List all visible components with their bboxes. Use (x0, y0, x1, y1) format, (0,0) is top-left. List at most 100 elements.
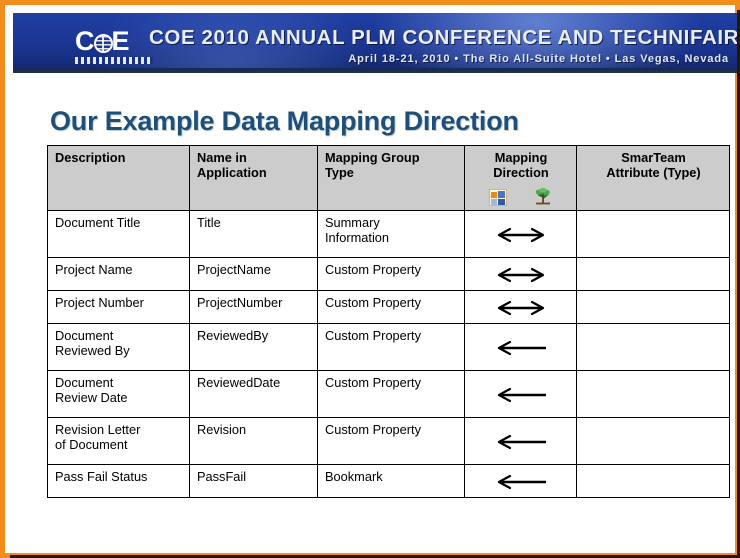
cell-smarteam-attribute (576, 417, 730, 465)
cell-name-in-application: ReviewedDate (189, 370, 318, 418)
smarteam-tree-icon (534, 187, 552, 206)
table-row: Document Review Date ReviewedDate Custom Pr… (47, 370, 730, 418)
cell-mapping-direction (464, 257, 577, 291)
cell-name-in-application: PassFail (189, 464, 318, 498)
cell-smarteam-attribute (576, 210, 730, 258)
cell-description-line2: Review Date (55, 390, 128, 405)
cell-mapping-group-type-line1: Summary (325, 215, 380, 230)
coe-logo-underline (75, 57, 153, 64)
cell-description: Revision Letter of Document (47, 417, 190, 465)
cell-mapping-group-type: Summary Information (317, 210, 465, 258)
cell-name-in-application-line1: ReviewedBy (197, 328, 269, 343)
coe-logo-letter-c: C (75, 26, 95, 56)
column-header-smarteam-attribute: SmarTeam Attribute (Type) (576, 145, 730, 211)
cell-mapping-direction (464, 210, 577, 258)
cell-mapping-group-type-line1: Custom Property (325, 295, 422, 310)
column-header-name-in-application: Name in Application (189, 145, 318, 211)
page-title: Our Example Data Mapping Direction (50, 106, 519, 136)
table-row: Revision Letter of Document Revision Custom… (47, 417, 730, 465)
office-document-icon (488, 189, 507, 206)
column-header-name-line2: Application (197, 165, 267, 180)
cell-mapping-group-type-line1: Custom Property (325, 262, 422, 277)
table-row: Project Number ProjectNumber Custom Proper… (47, 290, 730, 324)
cell-mapping-direction (464, 323, 577, 371)
column-header-group-line2: Type (325, 165, 354, 180)
banner-title: COE 2010 ANNUAL PLM CONFERENCE AND TECHN… (149, 26, 740, 49)
bidirectional-arrow-icon (497, 301, 545, 316)
cell-name-in-application: ReviewedBy (189, 323, 318, 371)
cell-smarteam-attribute (576, 290, 730, 324)
coe-logo: CE (75, 27, 155, 65)
cell-smarteam-attribute (576, 370, 730, 418)
table-row: Project Name ProjectName Custom Property (47, 257, 730, 291)
column-header-direction-line2: Direction (493, 165, 549, 180)
column-header-name-line1: Name in (197, 150, 247, 165)
table-row: Pass Fail Status PassFail Bookmark (47, 464, 730, 498)
cell-name-in-application: ProjectNumber (189, 290, 318, 324)
column-header-description-label: Description (55, 150, 126, 165)
cell-mapping-group-type: Custom Property (317, 290, 465, 324)
mapping-direction-icons (465, 187, 576, 206)
cell-name-in-application: ProjectName (189, 257, 318, 291)
column-header-group-line1: Mapping Group (325, 150, 420, 165)
cell-name-in-application-line1: ReviewedDate (197, 375, 281, 390)
cell-description-line1: Project Number (55, 295, 144, 310)
cell-description: Project Name (47, 257, 190, 291)
table-row: Document Title Title Summary Information (47, 210, 730, 258)
cell-description-line1: Pass Fail Status (55, 469, 148, 484)
cell-description: Pass Fail Status (47, 464, 190, 498)
cell-name-in-application-line1: Title (197, 215, 221, 230)
cell-description: Document Title (47, 210, 190, 258)
conference-banner: CE COE 2010 ANNUAL PLM CONFERENCE AND TE… (13, 13, 740, 73)
cell-description: Document Review Date (47, 370, 190, 418)
cell-smarteam-attribute (576, 323, 730, 371)
table-header: Description Name in Application Mapping … (47, 145, 730, 211)
left-arrow-icon (497, 388, 546, 403)
cell-description-line1: Document (55, 375, 114, 390)
cell-description-line2: of Document (55, 437, 128, 452)
cell-description-line1: Document Title (55, 215, 141, 230)
column-header-smarteam-line1: SmarTeam (621, 150, 686, 165)
cell-smarteam-attribute (576, 257, 730, 291)
column-header-smarteam-line2: Attribute (Type) (606, 165, 701, 180)
cell-mapping-group-type-line1: Bookmark (325, 469, 383, 484)
left-arrow-icon (497, 341, 546, 356)
cell-description-line1: Project Name (55, 262, 133, 277)
cell-mapping-group-type: Custom Property (317, 417, 465, 465)
cell-mapping-direction (464, 464, 577, 498)
cell-name-in-application: Revision (189, 417, 318, 465)
cell-description-line1: Document (55, 328, 114, 343)
column-header-mapping-group-type: Mapping Group Type (317, 145, 465, 211)
coe-logo-wordmark: CE (75, 27, 155, 55)
cell-mapping-group-type: Bookmark (317, 464, 465, 498)
cell-name-in-application: Title (189, 210, 318, 258)
coe-logo-letter-e: E (111, 26, 130, 56)
cell-description-line1: Revision Letter (55, 422, 141, 437)
table-row: Document Reviewed By ReviewedBy Custom Prop… (47, 323, 730, 371)
cell-name-in-application-line1: ProjectNumber (197, 295, 283, 310)
table-header-row: Description Name in Application Mapping … (47, 145, 730, 211)
cell-mapping-group-type: Custom Property (317, 257, 465, 291)
table-body: Document Title Title Summary Information Pro… (47, 210, 730, 498)
slide-frame: CE COE 2010 ANNUAL PLM CONFERENCE AND TE… (0, 0, 740, 558)
cell-mapping-direction (464, 417, 577, 465)
cell-mapping-direction (464, 290, 577, 324)
column-header-direction-line1: Mapping (494, 150, 548, 165)
cell-mapping-group-type-line1: Custom Property (325, 375, 422, 390)
cell-name-in-application-line1: ProjectName (197, 262, 271, 277)
bidirectional-arrow-icon (497, 268, 545, 283)
cell-mapping-group-type: Custom Property (317, 323, 465, 371)
banner-bottom-edge (13, 68, 740, 73)
column-header-description: Description (47, 145, 190, 211)
left-arrow-icon (497, 475, 546, 490)
globe-icon (93, 34, 113, 53)
cell-smarteam-attribute (576, 464, 730, 498)
left-arrow-icon (497, 435, 546, 450)
banner-subtitle: April 18-21, 2010 • The Rio All-Suite Ho… (348, 53, 729, 65)
cell-mapping-group-type-line1: Custom Property (325, 422, 422, 437)
cell-mapping-group-type-line1: Custom Property (325, 328, 422, 343)
column-header-mapping-direction: Mapping Direction (464, 145, 577, 211)
cell-description: Project Number (47, 290, 190, 324)
cell-description: Document Reviewed By (47, 323, 190, 371)
cell-mapping-direction (464, 370, 577, 418)
